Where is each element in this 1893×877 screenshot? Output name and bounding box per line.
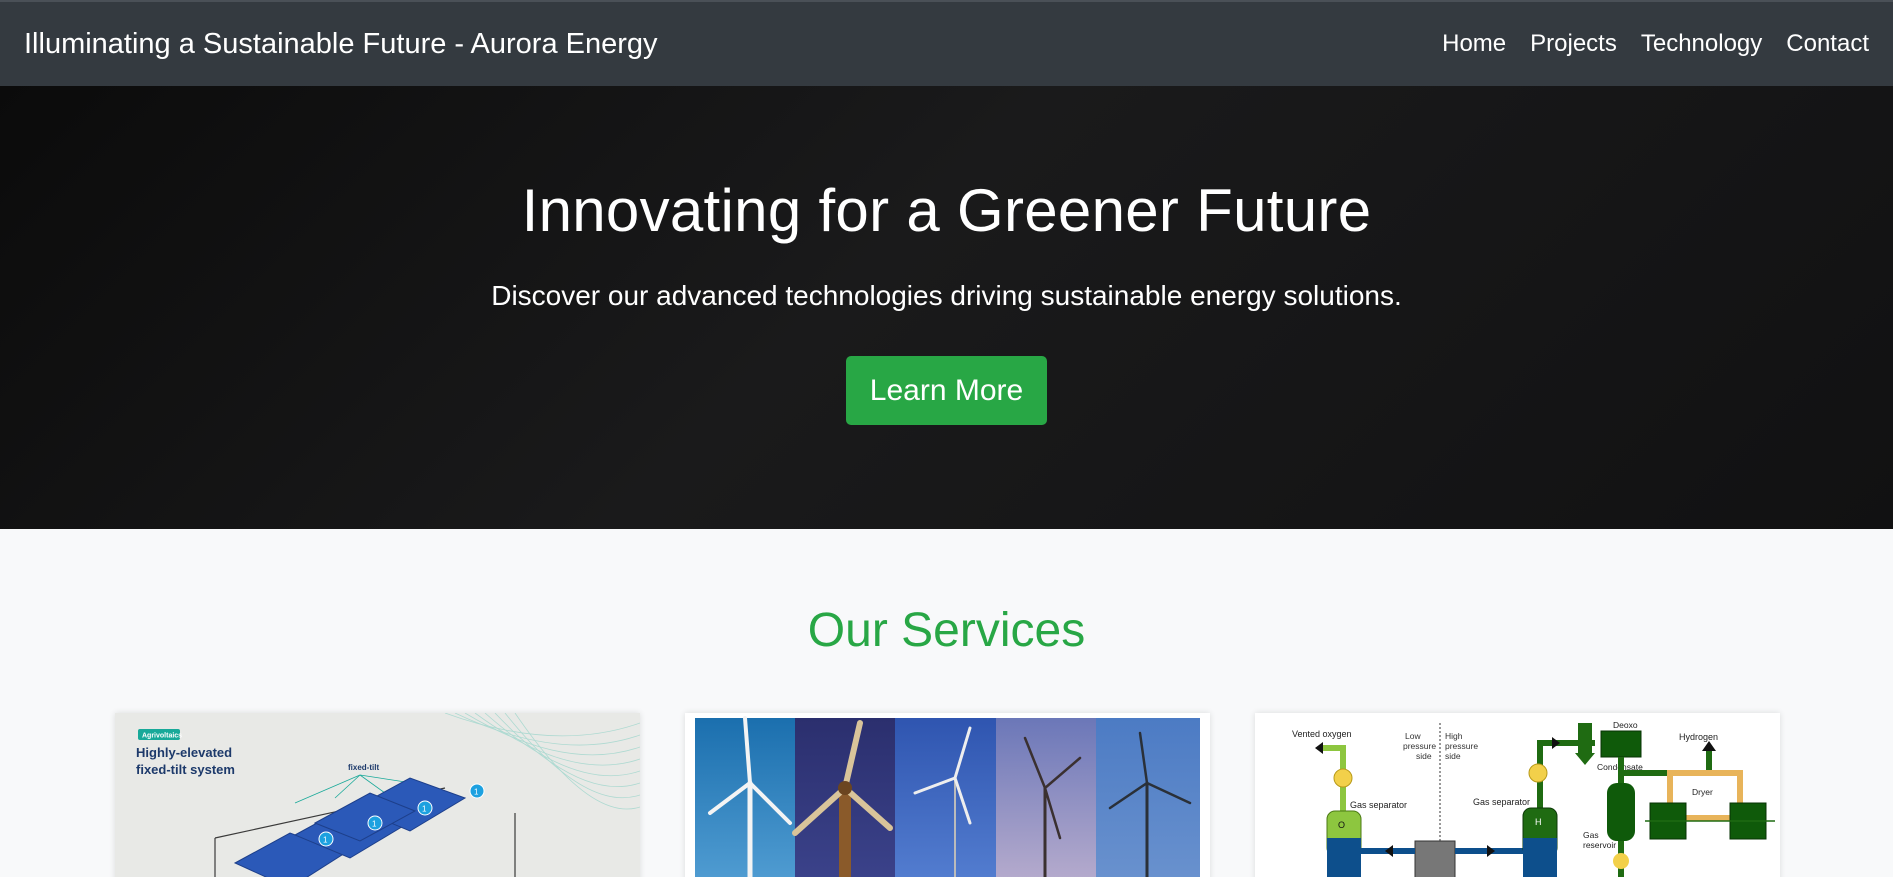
label-hydrogen: Hydrogen: [1679, 732, 1718, 742]
nav-link-contact[interactable]: Contact: [1786, 30, 1869, 58]
service-cards: Agrivoltaics Highly-elevated fixed-tilt …: [0, 658, 1893, 877]
card-heading-line1: Highly-elevated: [136, 745, 232, 760]
label-dryer: Dryer: [1692, 787, 1713, 797]
label-gas-reservoir-1: Gas: [1583, 830, 1599, 840]
marker-1d: 1: [474, 788, 479, 797]
label-low-pressure-3: side: [1416, 751, 1432, 761]
navbar: Illuminating a Sustainable Future - Auro…: [0, 0, 1893, 86]
nav-link-home[interactable]: Home: [1442, 30, 1506, 58]
label-deoxo: Deoxo: [1613, 720, 1638, 730]
services-section: Our Services Agrivoltaics Highly-elevate…: [0, 603, 1893, 877]
badge-agrivoltaics: Agrivoltaics: [142, 733, 182, 740]
label-h2: H: [1535, 817, 1542, 827]
hydrogen-diagram-image: Vented oxygen Gas separator O Low pressu…: [1255, 713, 1780, 877]
label-o2: O: [1338, 820, 1345, 830]
nav-link-projects[interactable]: Projects: [1530, 30, 1617, 58]
nav-link-technology[interactable]: Technology: [1641, 30, 1762, 58]
services-title: Our Services: [807, 604, 1086, 657]
marker-1a: 1: [323, 836, 328, 845]
label-gas-separator-right: Gas separator: [1473, 797, 1530, 807]
service-card-wind[interactable]: [685, 713, 1210, 877]
label-low-pressure-2: pressure: [1403, 741, 1436, 751]
label-low-pressure-1: Low: [1405, 731, 1421, 741]
label-vented-oxygen: Vented oxygen: [1292, 729, 1352, 739]
agrivoltaics-image: Agrivoltaics Highly-elevated fixed-tilt …: [115, 713, 640, 877]
marker-1b: 1: [372, 820, 377, 829]
callout-fixed-tilt: fixed-tilt: [348, 763, 379, 772]
label-high-pressure-1: High: [1445, 731, 1463, 741]
label-high-pressure-2: pressure: [1445, 741, 1478, 751]
wind-turbines-image: [685, 713, 1210, 877]
label-gas-reservoir-2: reservoir: [1583, 840, 1616, 850]
learn-more-button[interactable]: Learn More: [845, 356, 1048, 425]
hero-section: Innovating for a Greener Future Discover…: [0, 86, 1893, 529]
hero-subtitle: Discover our advanced technologies drivi…: [491, 280, 1402, 311]
hero-title: Innovating for a Greener Future: [521, 177, 1372, 244]
brand-link[interactable]: Illuminating a Sustainable Future - Auro…: [24, 28, 658, 61]
service-card-agrivoltaics[interactable]: Agrivoltaics Highly-elevated fixed-tilt …: [115, 713, 640, 877]
label-gas-separator-left: Gas separator: [1350, 800, 1407, 810]
marker-1c: 1: [422, 805, 427, 814]
service-card-hydrogen[interactable]: Vented oxygen Gas separator O Low pressu…: [1255, 713, 1780, 877]
card-heading-line2: fixed-tilt system: [136, 762, 235, 777]
label-high-pressure-3: side: [1445, 751, 1461, 761]
nav-links: Home Projects Technology Contact: [1442, 30, 1869, 58]
